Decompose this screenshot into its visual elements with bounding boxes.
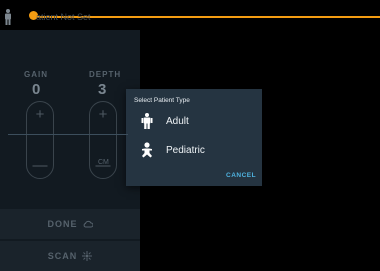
cloud-icon (83, 220, 93, 228)
done-label: DONE (47, 219, 78, 229)
cancel-button[interactable]: CANCEL (226, 172, 371, 179)
pediatric-label: Pediatric (166, 145, 205, 156)
top-status-bar: atient Not Set (0, 0, 380, 30)
patient-icon[interactable] (3, 9, 13, 25)
depth-label: DEPTH (89, 70, 122, 79)
scan-button[interactable]: SCAN (0, 241, 140, 271)
scan-label: SCAN (47, 251, 78, 261)
adult-label: Adult (166, 116, 189, 127)
gain-value: 0 (32, 81, 41, 98)
depth-increase-button[interactable]: + (90, 107, 116, 122)
depth-unit: CM (98, 159, 109, 166)
adult-option[interactable]: Adult (126, 108, 262, 136)
dialog-title: Select Patient Type (134, 97, 190, 104)
adult-icon (141, 113, 153, 129)
patient-status-text: atient Not Set (36, 12, 91, 22)
gain-decrease-button[interactable]: — (27, 158, 53, 173)
gain-stepper: + — (26, 101, 54, 179)
gain-label: GAIN (24, 70, 48, 79)
control-panel: GAIN 0 + — DEPTH 3 + — CM DONE SCAN (0, 30, 140, 271)
pediatric-icon (142, 142, 152, 158)
depth-stepper: + — (89, 101, 117, 179)
scan-probe-icon (82, 251, 93, 261)
done-button[interactable]: DONE (0, 209, 140, 239)
depth-value: 3 (98, 81, 107, 98)
option-divider (8, 134, 128, 135)
pediatric-option[interactable]: Pediatric (126, 137, 262, 165)
gain-increase-button[interactable]: + (27, 107, 53, 122)
